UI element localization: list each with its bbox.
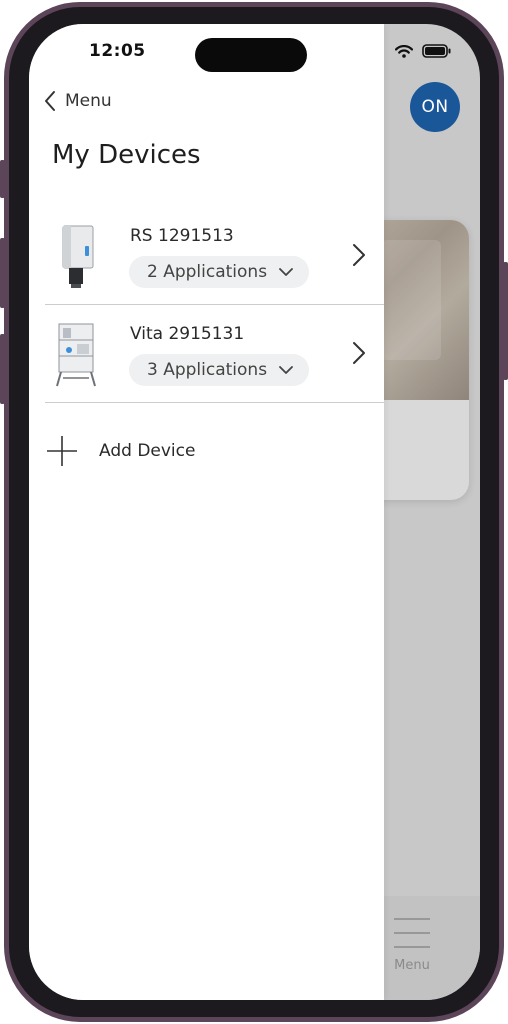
- applications-count: 2 Applications: [147, 262, 268, 282]
- applications-dropdown[interactable]: 3 Applications: [129, 354, 310, 386]
- plus-icon: [47, 436, 77, 466]
- tab-menu-label: Menu: [394, 958, 430, 973]
- volume-down-button: [0, 334, 5, 404]
- chevron-down-icon: [279, 365, 293, 375]
- power-on-button[interactable]: ON: [410, 82, 460, 132]
- tab-menu[interactable]: Menu: [387, 917, 437, 973]
- add-device-label: Add Device: [99, 441, 196, 461]
- dynamic-island: [195, 38, 307, 72]
- device-row[interactable]: RS 1291513 2 Applications: [45, 208, 384, 305]
- device-thumbnail: [62, 225, 94, 288]
- status-time: 12:05: [89, 41, 146, 61]
- action-button: [0, 160, 5, 198]
- add-device-button[interactable]: Add Device: [45, 434, 195, 468]
- devices-drawer: 12:05 Menu My Devices RS 1291513 2 Appli…: [29, 24, 384, 1000]
- applications-dropdown[interactable]: 2 Applications: [129, 256, 310, 288]
- hamburger-menu-icon: [394, 918, 430, 948]
- device-name: RS 1291513: [130, 226, 234, 246]
- volume-up-button: [0, 238, 5, 308]
- back-button[interactable]: Menu: [43, 90, 112, 112]
- chevron-down-icon: [279, 267, 293, 277]
- chevron-left-icon: [45, 91, 55, 111]
- phone-screen: ON Menu 12:05 Menu My Devices RS 1291513…: [29, 24, 480, 1000]
- wifi-icon: [395, 44, 413, 58]
- device-name: Vita 2915131: [130, 324, 245, 344]
- back-button-label: Menu: [65, 91, 112, 111]
- device-row[interactable]: Vita 2915131 3 Applications: [45, 306, 384, 403]
- battery-icon: [422, 44, 451, 58]
- power-side-button: [503, 262, 508, 380]
- page-title: My Devices: [52, 140, 201, 170]
- status-icons: [395, 44, 452, 58]
- chevron-right-icon[interactable]: [352, 341, 366, 369]
- chevron-right-icon[interactable]: [352, 243, 366, 271]
- device-thumbnail: [56, 323, 96, 387]
- applications-count: 3 Applications: [147, 360, 268, 380]
